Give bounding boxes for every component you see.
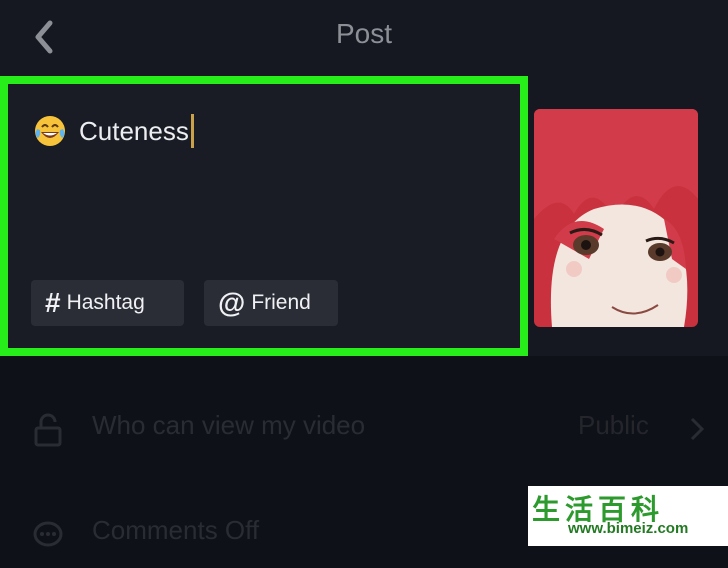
privacy-label: Who can view my video — [92, 410, 366, 440]
cover-area — [528, 76, 728, 356]
privacy-setting-row[interactable]: Who can view my video Public — [0, 393, 728, 463]
comments-label: Comments Off — [92, 515, 260, 545]
chevron-right-icon — [690, 417, 705, 441]
hashtag-button[interactable]: # Hashtag — [31, 280, 184, 326]
at-sign-icon: @ — [218, 287, 246, 318]
mention-friend-button[interactable]: @ Friend — [204, 280, 338, 326]
page-title: Post — [335, 18, 393, 49]
video-cover-thumbnail[interactable] — [534, 109, 698, 327]
text-caret — [190, 114, 194, 148]
top-bar: Post — [0, 0, 728, 76]
caption-input[interactable]: Cuteness — [33, 114, 194, 148]
watermark-url: www.bimeiz.com — [568, 520, 689, 537]
laughing-tears-emoji-icon — [35, 116, 65, 146]
site-watermark: 生活百科 www.bimeiz.com — [528, 486, 728, 546]
hashtag-label: Hashtag — [66, 291, 145, 314]
cover-illustration — [534, 109, 698, 327]
privacy-value: Public — [578, 410, 649, 440]
caption-text: Cuteness — [79, 115, 189, 146]
lock-icon — [34, 413, 62, 447]
comment-icon — [33, 521, 63, 547]
friend-label: Friend — [251, 291, 311, 314]
hashtag-icon: # — [45, 287, 61, 318]
caption-editor[interactable]: Cuteness # Hashtag @ Friend — [0, 76, 528, 356]
